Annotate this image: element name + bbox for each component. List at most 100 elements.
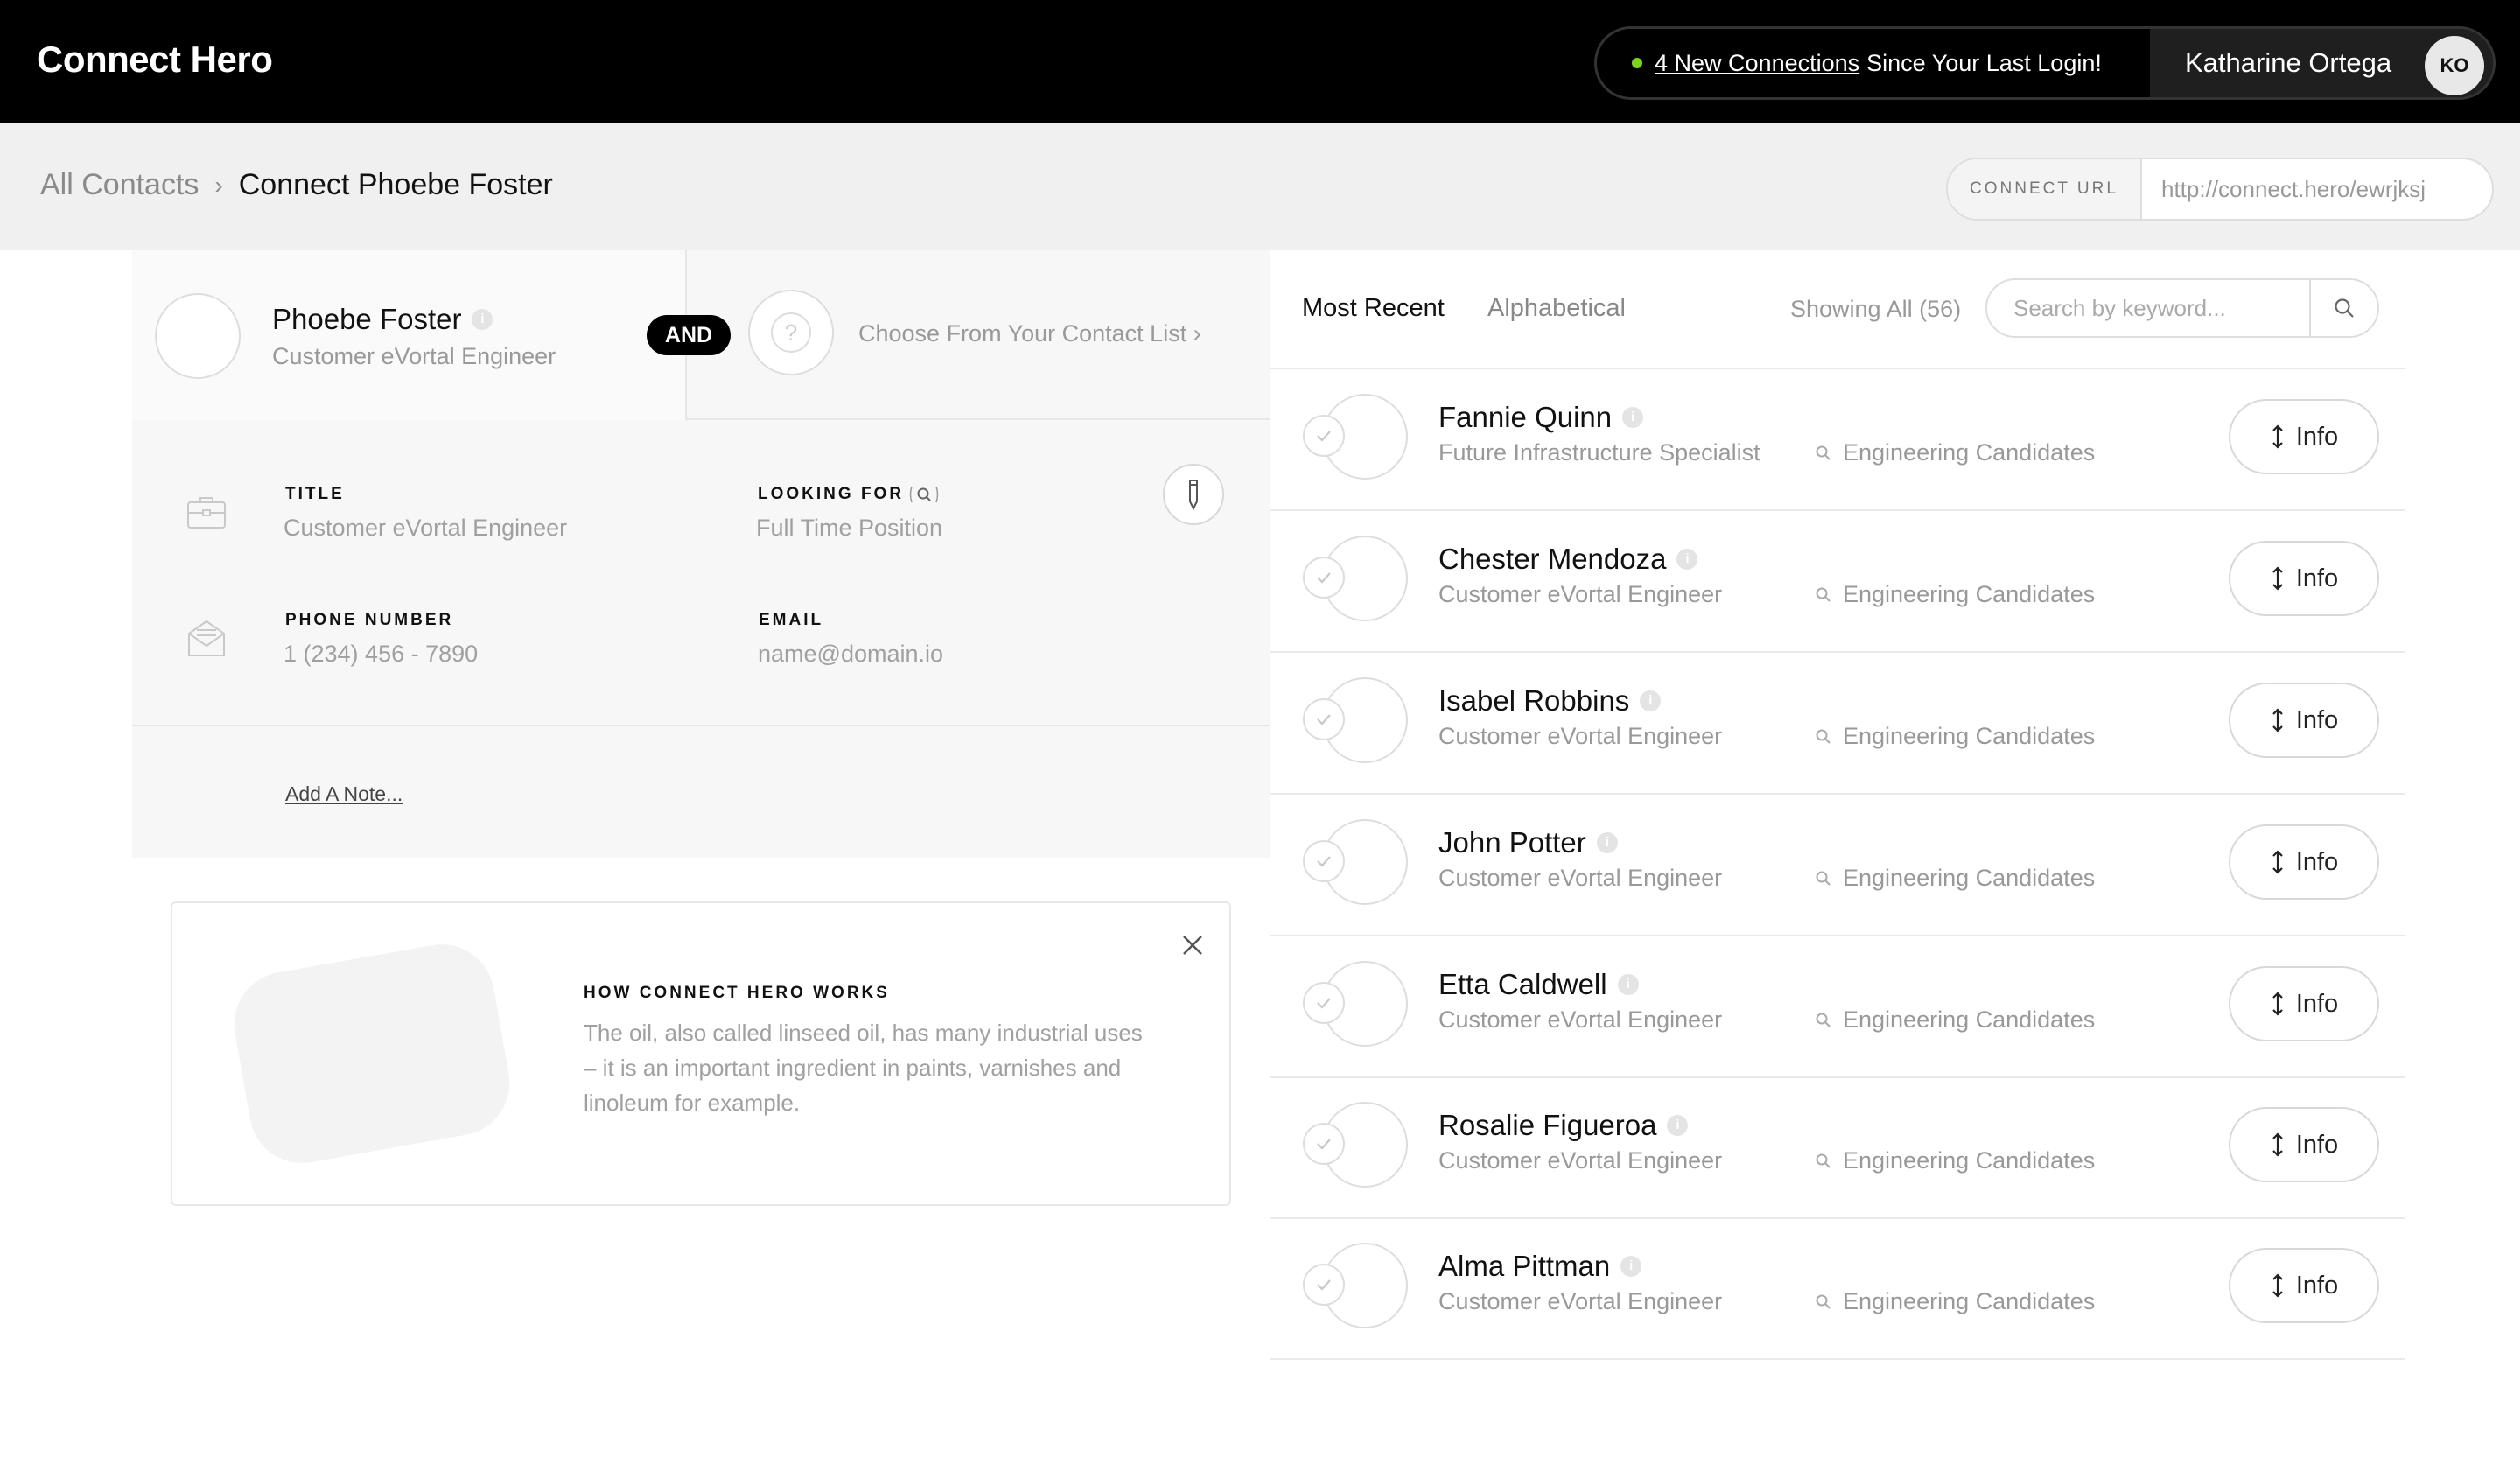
search-icon (909, 486, 939, 503)
showing-count: Showing All (56) (1790, 296, 1962, 322)
info-button[interactable]: Info (2229, 824, 2379, 900)
contact-group-text: Engineering Candidates (1843, 723, 2096, 749)
search-icon (1816, 587, 1830, 602)
info-button[interactable]: Info (2229, 399, 2379, 474)
info-button[interactable]: Info (2229, 1107, 2379, 1182)
contact-row: Isabel Robbins i Customer eVortal Engineer… (1270, 653, 2405, 795)
close-icon[interactable] (1177, 929, 1208, 961)
user-avatar[interactable]: KO (2425, 36, 2484, 95)
contact-title: Customer eVortal Engineer (1438, 865, 1723, 891)
search-box (1985, 278, 2379, 338)
contact-title: Future Infrastructure Specialist (1438, 439, 1760, 466)
and-badge: AND (647, 315, 731, 355)
add-note-link[interactable]: Add A Note... (285, 782, 402, 806)
contact-group[interactable]: Engineering Candidates (1815, 581, 2095, 608)
expand-arrows-icon (2272, 566, 2283, 591)
online-dot-icon (1632, 58, 1642, 68)
info-button[interactable]: Info (2229, 1248, 2379, 1323)
info-button-label: Info (2295, 705, 2339, 734)
breadcrumb-all-contacts[interactable]: All Contacts (40, 168, 199, 202)
contact-group[interactable]: Engineering Candidates (1815, 865, 2095, 892)
info-button[interactable]: Info (2229, 683, 2379, 758)
search-button[interactable] (2309, 280, 2377, 336)
question-icon: ? (771, 312, 811, 353)
check-icon (1317, 431, 1331, 442)
user-menu[interactable]: Katharine Ortega KO (2150, 29, 2493, 97)
info-button-label: Info (2295, 847, 2339, 876)
choose-contact-link[interactable]: Choose From Your Contact List › (858, 320, 1201, 347)
edit-button[interactable] (1163, 464, 1224, 525)
connect-url-box: CONNECT URL http://connect.hero/ewrjksj (1946, 158, 2494, 221)
brand-logo[interactable]: Connect Hero (37, 39, 273, 81)
selected-contact: Phoebe Foster i Customer eVortal Enginee… (132, 250, 687, 420)
selected-contact-name: Phoebe Foster i (272, 303, 494, 336)
info-button[interactable]: Info (2229, 966, 2379, 1041)
select-checkbox[interactable] (1303, 698, 1345, 740)
title-label: TITLE (285, 485, 345, 503)
info-button-label: Info (2295, 989, 2339, 1018)
info-icon[interactable]: i (1596, 832, 1618, 853)
info-icon[interactable]: i (472, 309, 494, 330)
how-it-works-text: The oil, also called linseed oil, has ma… (584, 1020, 1143, 1116)
info-icon[interactable]: i (1676, 549, 1698, 570)
info-icon[interactable]: i (1622, 407, 1644, 428)
new-connections-text: Since Your Last Login! (1866, 49, 2102, 76)
new-connections-notice: 4 New Connections Since Your Last Login! (1597, 29, 2150, 97)
avatar (155, 293, 241, 379)
info-icon[interactable]: i (1640, 690, 1662, 711)
placeholder-avatar[interactable]: ? (748, 290, 834, 375)
contact-name-text: Etta Caldwell (1438, 968, 1607, 1000)
contact-name-text: John Potter (1438, 826, 1586, 859)
contact-name: Rosalie Figueroa i (1438, 1109, 1689, 1142)
contact-group[interactable]: Engineering Candidates (1815, 1147, 2095, 1174)
info-button-label: Info (2295, 1130, 2339, 1159)
info-button-label: Info (2295, 1271, 2339, 1300)
contact-group-text: Engineering Candidates (1843, 1006, 2096, 1033)
search-input[interactable] (1987, 280, 2309, 336)
info-icon[interactable]: i (1667, 1115, 1689, 1136)
check-icon (1317, 572, 1331, 584)
looking-for-label: LOOKING FOR (758, 485, 939, 504)
select-checkbox[interactable] (1303, 1123, 1345, 1165)
contact-name-text: Alma Pittman (1438, 1250, 1611, 1282)
contact-group[interactable]: Engineering Candidates (1815, 1006, 2095, 1034)
search-icon (1816, 445, 1830, 460)
check-icon (1317, 856, 1331, 867)
contact-name: Fannie Quinn i (1438, 401, 1644, 434)
search-icon (1816, 1294, 1830, 1309)
contact-group[interactable]: Engineering Candidates (1815, 723, 2095, 750)
select-checkbox[interactable] (1303, 982, 1345, 1024)
new-connections-link[interactable]: 4 New Connections (1655, 50, 1859, 77)
contact-name-text: Fannie Quinn (1438, 401, 1613, 433)
connections-pill: 4 New Connections Since Your Last Login!… (1594, 26, 2496, 100)
tab-alphabetical[interactable]: Alphabetical (1488, 294, 1626, 323)
selected-contact-title: Customer eVortal Engineer (272, 343, 556, 369)
select-checkbox[interactable] (1303, 840, 1345, 882)
select-checkbox[interactable] (1303, 557, 1345, 599)
contact-title: Customer eVortal Engineer (1438, 581, 1723, 607)
connect-url-value[interactable]: http://connect.hero/ewrjksj (2142, 159, 2492, 219)
contact-group-text: Engineering Candidates (1843, 1288, 2096, 1314)
top-bar: Connect Hero 4 New Connections Since You… (0, 0, 2520, 123)
contact-title: Customer eVortal Engineer (1438, 723, 1723, 749)
contact-row: Fannie Quinn i Future Infrastructure Speci… (1270, 369, 2405, 511)
contact-list-panel: Most Recent Alphabetical Showing All (56… (1270, 250, 2405, 1360)
info-button[interactable]: Info (2229, 541, 2379, 616)
info-icon[interactable]: i (1620, 1256, 1642, 1277)
info-icon[interactable]: i (1617, 974, 1639, 995)
contact-name: Etta Caldwell i (1438, 968, 1639, 1001)
contact-name: John Potter i (1438, 826, 1618, 859)
contact-group[interactable]: Engineering Candidates (1815, 439, 2095, 466)
contact-group-text: Engineering Candidates (1843, 1147, 2096, 1174)
contact-title: Customer eVortal Engineer (1438, 1288, 1723, 1314)
pen-icon (1189, 480, 1198, 511)
illustration-placeholder (226, 936, 518, 1172)
looking-for-label-text: LOOKING FOR (758, 485, 905, 503)
contact-group-text: Engineering Candidates (1843, 439, 2096, 466)
select-checkbox[interactable] (1303, 1264, 1345, 1306)
select-checkbox[interactable] (1303, 415, 1345, 457)
contact-row: Rosalie Figueroa i Customer eVortal Engine… (1270, 1077, 2405, 1219)
contact-group[interactable]: Engineering Candidates (1815, 1288, 2095, 1315)
tab-most-recent[interactable]: Most Recent (1302, 294, 1445, 323)
list-toolbar: Most Recent Alphabetical Showing All (56… (1270, 250, 2405, 369)
